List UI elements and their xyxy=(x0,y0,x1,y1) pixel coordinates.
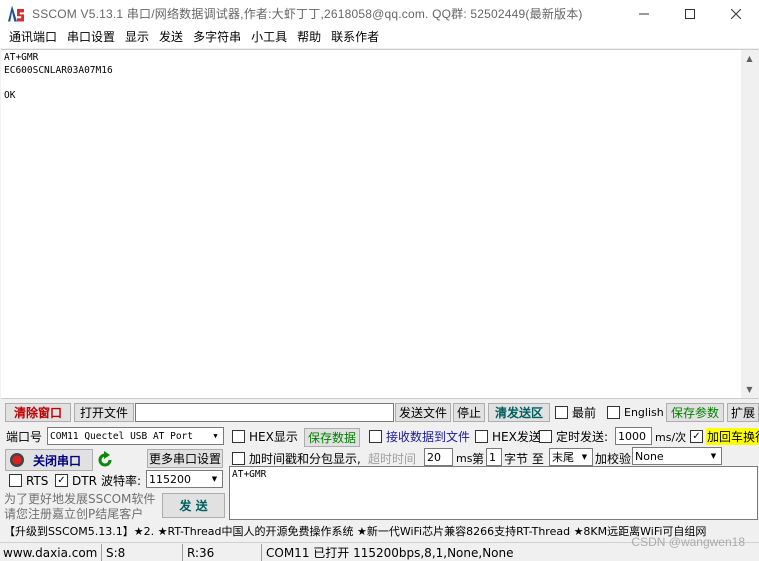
baud-label: 波特率: xyxy=(101,474,142,488)
menu-multi-string[interactable]: 多字符串 xyxy=(188,28,246,47)
recv-to-file-button[interactable]: 接收数据到文件 xyxy=(385,428,471,445)
port-status-icon xyxy=(10,453,24,467)
promo-line-2[interactable]: 请您注册嘉立创P结尾客户 xyxy=(4,506,143,521)
chevron-down-icon[interactable]: ▼ xyxy=(207,471,222,487)
baud-value: 115200 xyxy=(149,472,191,486)
byte-prefix: 第 xyxy=(472,451,485,466)
refresh-icon[interactable] xyxy=(96,451,114,469)
send-text: AT+GMR xyxy=(232,469,267,480)
app-logo-icon xyxy=(8,5,24,22)
timeout-input[interactable]: 20 xyxy=(424,448,453,466)
window-title: SSCOM V5.13.1 串口/网络数据调试器,作者:大虾丁丁,2618058… xyxy=(32,7,583,21)
english-checkbox[interactable] xyxy=(607,406,620,419)
port-select[interactable]: COM11 Quectel USB AT Port ▼ xyxy=(47,427,224,445)
byte-index-input[interactable]: 1 xyxy=(486,448,502,466)
byte-end-select[interactable]: 末尾 ▼ xyxy=(549,448,593,466)
topmost-label: 最前 xyxy=(572,406,597,420)
timed-send-checkbox[interactable] xyxy=(539,430,552,443)
checksum-label: 加校验 xyxy=(595,451,632,466)
menu-bar: 通讯端口 串口设置 显示 发送 多字符串 小工具 帮助 联系作者 xyxy=(0,27,759,48)
dtr-label: DTR xyxy=(72,473,97,488)
open-file-button[interactable]: 打开文件 xyxy=(74,403,134,422)
byte-end-value: 末尾 xyxy=(552,451,574,464)
menu-serial-settings[interactable]: 串口设置 xyxy=(62,28,120,47)
timeout-label: 超时时间 xyxy=(368,451,417,466)
scroll-up-icon[interactable]: ▲ xyxy=(741,50,758,67)
more-settings-button[interactable]: 更多串口设置 xyxy=(147,449,223,468)
timeout-unit: ms xyxy=(456,451,473,465)
receive-area[interactable]: AT+GMR EC600SCNLAR03A07M16 OK ▲ ▼ xyxy=(1,49,758,399)
checksum-select[interactable]: None ▼ xyxy=(632,447,722,465)
scroll-down-icon[interactable]: ▼ xyxy=(741,381,758,398)
menu-comm-port[interactable]: 通讯端口 xyxy=(4,28,62,47)
recv-to-file-checkbox[interactable] xyxy=(369,430,382,443)
clear-window-button[interactable]: 清除窗口 xyxy=(5,403,71,422)
send-textarea[interactable]: AT+GMR xyxy=(229,466,758,520)
interval-input[interactable]: 1000 xyxy=(615,427,652,445)
rts-checkbox[interactable] xyxy=(9,474,22,487)
append-crlf-checkbox[interactable]: ✓ xyxy=(690,430,703,443)
rts-label: RTS xyxy=(26,473,49,488)
chevron-down-icon[interactable]: ▼ xyxy=(577,449,592,465)
topmost-checkbox[interactable] xyxy=(555,406,568,419)
timed-send-label: 定时发送: xyxy=(556,430,609,444)
send-file-button[interactable]: 发送文件 xyxy=(395,403,451,422)
close-port-button[interactable]: 关闭串口 xyxy=(5,449,93,471)
hex-display-checkbox[interactable] xyxy=(232,430,245,443)
save-data-button[interactable]: 保存数据 xyxy=(304,428,360,447)
promo-line-1[interactable]: 为了更好地发展SSCOM软件 xyxy=(4,491,155,506)
byte-suffix: 字节 至 xyxy=(504,451,544,466)
port-select-value: COM11 Quectel USB AT Port xyxy=(50,430,193,442)
file-path-input[interactable] xyxy=(135,403,394,422)
timestamp-label: 加时间戳和分包显示, xyxy=(249,451,361,466)
port-label: 端口号 xyxy=(6,429,43,444)
timestamp-checkbox[interactable] xyxy=(232,452,245,465)
vertical-scrollbar[interactable]: ▲ ▼ xyxy=(741,50,758,398)
menu-tools[interactable]: 小工具 xyxy=(246,28,292,47)
menu-contact[interactable]: 联系作者 xyxy=(326,28,384,47)
interval-unit: ms/次 xyxy=(655,430,687,444)
chevron-down-icon[interactable]: ▼ xyxy=(706,448,721,464)
stop-button[interactable]: 停止 xyxy=(453,403,485,422)
clear-send-button[interactable]: 清发送区 xyxy=(488,403,550,422)
watermark: CSDN @wangwen18 xyxy=(631,535,745,549)
hex-send-checkbox[interactable] xyxy=(475,430,488,443)
baud-select[interactable]: 115200 ▼ xyxy=(146,470,223,488)
status-received: R:36 xyxy=(184,544,262,561)
hex-display-label: HEX显示 xyxy=(249,430,298,444)
save-params-button[interactable]: 保存参数 xyxy=(666,403,724,422)
menu-send[interactable]: 发送 xyxy=(154,28,188,47)
maximize-icon[interactable] xyxy=(667,0,713,27)
status-website[interactable]: www.daxia.com xyxy=(0,544,102,561)
expand-button[interactable]: 扩展 xyxy=(727,403,759,422)
append-crlf-label: 加回车换行 xyxy=(706,428,759,445)
checksum-value: None xyxy=(635,449,664,463)
dtr-checkbox[interactable]: ✓ xyxy=(55,474,68,487)
close-port-label: 关闭串口 xyxy=(33,453,82,468)
menu-display[interactable]: 显示 xyxy=(120,28,154,47)
title-bar: SSCOM V5.13.1 串口/网络数据调试器,作者:大虾丁丁,2618058… xyxy=(0,0,759,27)
english-label: English xyxy=(624,406,664,419)
menu-help[interactable]: 帮助 xyxy=(292,28,326,47)
send-button[interactable]: 发 送 xyxy=(162,493,225,518)
receive-text: AT+GMR EC600SCNLAR03A07M16 OK xyxy=(4,52,113,101)
minimize-icon[interactable] xyxy=(621,0,667,27)
close-icon[interactable] xyxy=(713,0,759,27)
chevron-down-icon[interactable]: ▼ xyxy=(208,428,223,444)
hex-send-label: HEX发送 xyxy=(492,430,541,444)
status-sent: S:8 xyxy=(103,544,183,561)
